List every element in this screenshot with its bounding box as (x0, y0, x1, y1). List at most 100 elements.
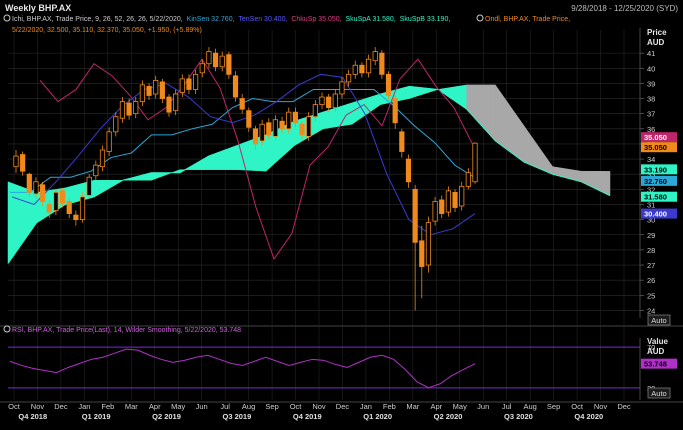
candle-up (139, 84, 145, 102)
candle-down (66, 201, 72, 214)
candle-up (106, 131, 112, 152)
candle-up (465, 172, 471, 187)
candle-down (439, 199, 445, 214)
price-tick-label: 26 (647, 276, 655, 285)
value-tag-label-spb: 33.190 (644, 165, 667, 174)
month-label: Oct (290, 402, 303, 411)
candle-down (40, 184, 46, 202)
candle-up (346, 73, 352, 83)
candle-up (93, 164, 99, 177)
value-axis-title: Value (647, 337, 668, 346)
candle-down (186, 78, 192, 90)
month-label: Jul (502, 402, 512, 411)
candle-up (459, 185, 465, 207)
month-label: Sep (547, 402, 560, 411)
month-label: Jul (220, 402, 230, 411)
rsi-auto-label: Auto (651, 389, 666, 398)
legend-ohlc: 5/22/2020, 32.500, 35.110, 32.370, 35.05… (12, 27, 202, 34)
candle-down (212, 52, 219, 68)
price-axis-title: Price (647, 28, 667, 37)
candle-up (133, 101, 139, 115)
candle-up (339, 81, 345, 95)
candle-up (219, 55, 225, 68)
candle-down (46, 204, 52, 213)
value-axis-unit: AUD (647, 347, 665, 356)
legend-ichi: Ichi, BHP.AX, Trade Price, 9, 26, 52, 26… (12, 16, 183, 23)
price-auto-label: Auto (651, 316, 666, 325)
month-label: Nov (312, 402, 326, 411)
candle-down (59, 190, 66, 204)
candle-down (359, 64, 365, 74)
candle-up (332, 93, 338, 109)
candle-up (113, 116, 119, 133)
month-label: Apr (149, 402, 161, 411)
quarter-label: Q3 2019 (222, 412, 251, 421)
candle-down (279, 120, 285, 130)
candle-down (73, 214, 79, 221)
quarter-label: Q4 2020 (574, 412, 603, 421)
candle-down (126, 102, 132, 116)
candle-up (53, 191, 59, 211)
candle-down (405, 158, 412, 183)
legend-tenkan: TenSen 30.400, (238, 16, 287, 23)
candle-up (432, 201, 438, 222)
month-label: May (171, 402, 185, 411)
price-axis-unit: AUD (647, 38, 665, 47)
month-label: Oct (8, 402, 21, 411)
candle-down (26, 173, 32, 193)
candle-up (193, 73, 199, 90)
legend-ondl: Ondl, BHP.AX, Trade Price, (485, 16, 570, 23)
price-tick-label: 25 (647, 291, 655, 300)
month-label: Dec (336, 402, 350, 411)
candle-down (252, 128, 259, 145)
candle-down (419, 240, 425, 267)
rsi-legend-text: RSI, BHP.AX, Trade Price(Last), 14, Wild… (12, 327, 241, 334)
candle-down (159, 81, 165, 99)
candle-up (33, 181, 39, 195)
month-label: Nov (594, 402, 608, 411)
candle-down (232, 75, 239, 98)
candle-down (266, 122, 272, 136)
candle-up (272, 119, 279, 137)
price-tick-label: 27 (647, 261, 655, 270)
candle-up (86, 176, 92, 196)
svg-text:Ichi, BHP.AX, Trade Price, 9,: Ichi, BHP.AX, Trade Price, 9, 26, 52, 26… (12, 16, 450, 23)
value-tag-label-kinsen: 32.760 (644, 177, 667, 186)
quarter-label: Q4 2019 (293, 412, 322, 421)
date-range: 9/28/2018 - 12/25/2020 (SYD) (571, 4, 678, 13)
price-tick-label: 31 (647, 200, 655, 209)
candle-down (412, 188, 418, 243)
month-label: Jun (477, 402, 489, 411)
candle-up (99, 149, 106, 168)
month-label: Mar (406, 402, 419, 411)
month-label: Aug (523, 402, 536, 411)
month-label: Jan (78, 402, 90, 411)
candle-down (299, 123, 305, 136)
value-tag-label-chiku: 35.050 (644, 133, 667, 142)
candle-up (173, 93, 179, 112)
month-label: Apr (430, 402, 442, 411)
legend-chiku: ChkuSp 35.050, (291, 16, 341, 23)
month-label: Jun (196, 402, 208, 411)
price-tick-label: 37 (647, 110, 655, 119)
candle-down (292, 111, 298, 124)
candle-down (239, 98, 245, 110)
candle-up (319, 96, 325, 105)
month-label: Jan (360, 402, 372, 411)
candle-up (179, 78, 185, 93)
candle-up (286, 111, 292, 130)
value-tag-label-tenkan: 30.400 (644, 210, 667, 219)
price-tick-label: 28 (647, 246, 655, 255)
chart-title: Weekly BHP.AX (5, 3, 71, 13)
price-tick-label: 41 (647, 49, 655, 58)
quarter-label: Q1 2019 (82, 412, 111, 421)
quarter-label: Q1 2020 (363, 412, 392, 421)
candle-up (199, 63, 205, 74)
candle-down (226, 54, 232, 75)
legend-spb: SkuSpB 33.190, (400, 16, 451, 23)
price-tick-label: 38 (647, 95, 655, 104)
price-tick-label: 24 (647, 306, 655, 315)
month-label: Sep (265, 402, 278, 411)
quarter-label: Q4 2018 (18, 412, 47, 421)
quarter-label: Q2 2019 (152, 412, 181, 421)
